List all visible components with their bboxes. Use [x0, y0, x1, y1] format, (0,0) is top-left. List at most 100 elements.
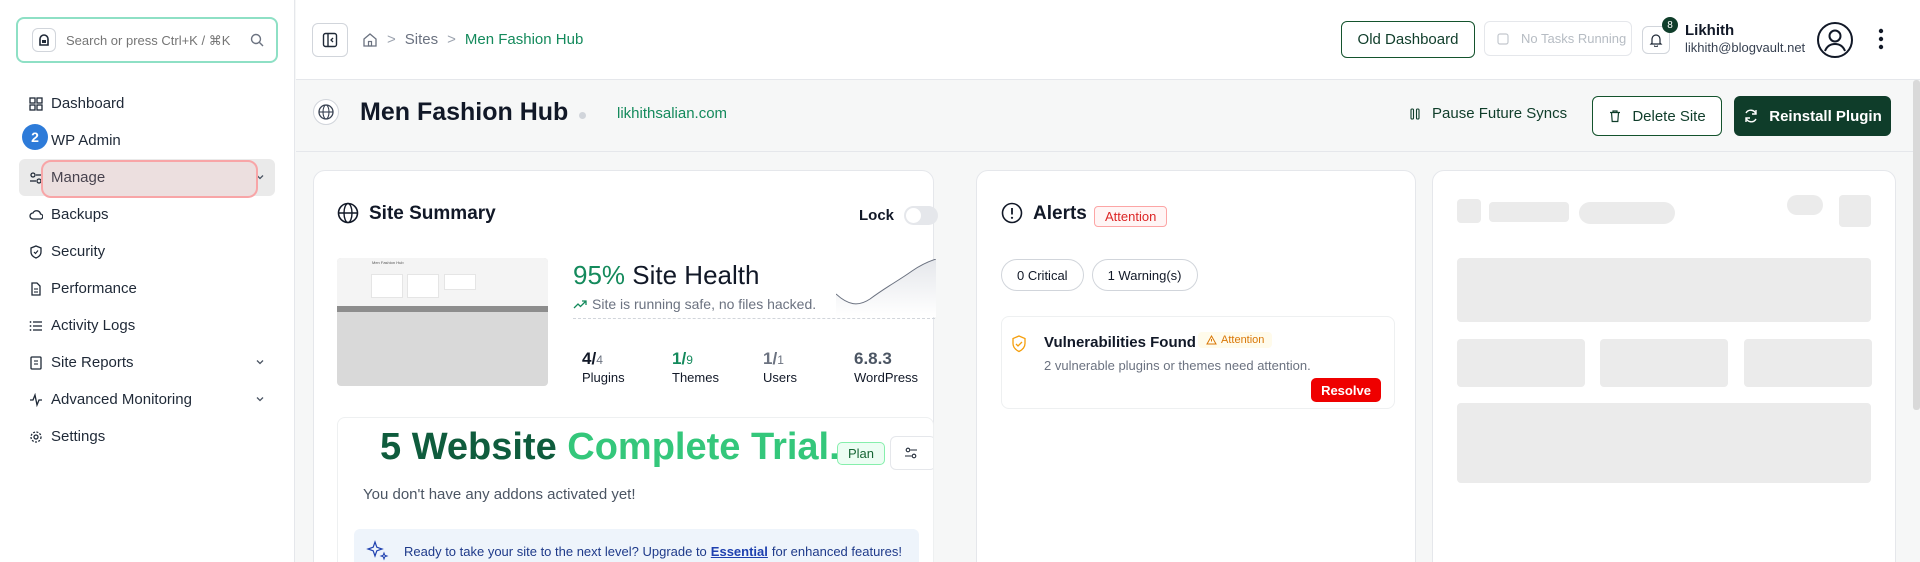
- search-icon[interactable]: [250, 33, 264, 47]
- delete-site-button[interactable]: Delete Site: [1592, 96, 1722, 136]
- breadcrumb-sites-link[interactable]: Sites: [405, 31, 438, 48]
- search-input[interactable]: [66, 32, 250, 48]
- sidebar-item-advanced-monitoring[interactable]: Advanced Monitoring: [19, 381, 275, 418]
- attention-badge: Attention: [1094, 206, 1168, 227]
- page-title: Men Fashion Hub: [360, 98, 569, 126]
- critical-filter-pill[interactable]: 0 Critical: [1001, 259, 1084, 291]
- notification-count-badge: 8: [1662, 17, 1678, 33]
- stat-value: 1/: [672, 349, 687, 368]
- vulnerability-badge: Attention: [1198, 332, 1273, 348]
- sliders-icon: [905, 447, 917, 459]
- sidebar-item-backups[interactable]: Backups: [19, 196, 275, 233]
- vulnerability-badge-label: Attention: [1221, 334, 1265, 346]
- sidebar-item-settings[interactable]: Settings: [19, 418, 275, 455]
- alerts-title: Alerts: [1033, 203, 1087, 224]
- user-email: likhith@blogvault.net: [1685, 40, 1806, 55]
- skeleton-block: [1600, 339, 1728, 387]
- resolve-button[interactable]: Resolve: [1311, 378, 1381, 402]
- plan-title-part: 5 Website: [380, 426, 557, 468]
- sidebar-item-performance[interactable]: Performance: [19, 270, 275, 307]
- sidebar-item-label: WP Admin: [51, 132, 121, 149]
- plan-title-part: Complete Trial.: [567, 426, 840, 468]
- file-icon: [31, 281, 41, 296]
- plan-settings-button[interactable]: [890, 436, 933, 470]
- skeleton-block: [1787, 195, 1823, 215]
- loading-card: [1432, 170, 1896, 562]
- site-summary-title: Site Summary: [369, 203, 496, 224]
- chevron-down-icon[interactable]: [255, 394, 265, 404]
- health-trend-sparkline: [836, 259, 936, 317]
- user-avatar-icon: [1817, 22, 1853, 58]
- reinstall-plugin-button[interactable]: Reinstall Plugin: [1734, 96, 1891, 136]
- avatar[interactable]: [1816, 21, 1854, 59]
- upgrade-essential-link[interactable]: Essential: [711, 544, 768, 559]
- skeleton-block: [1457, 339, 1585, 387]
- site-health: 95% Site Health: [573, 260, 759, 291]
- lock-switch[interactable]: [904, 206, 939, 225]
- site-thumbnail[interactable]: Men Fashion Hub: [337, 258, 548, 386]
- pause-syncs-label: Pause Future Syncs: [1432, 105, 1568, 122]
- sidebar-item-label: Performance: [51, 280, 137, 297]
- site-url-link[interactable]: likhithsalian.com: [617, 105, 727, 122]
- gear-icon: [30, 430, 42, 443]
- shield-check-icon: [1012, 335, 1026, 353]
- top-bar: > Sites > Men Fashion Hub Old Dashboard …: [296, 0, 1920, 80]
- site-summary-card: Site Summary Lock Men Fashion Hub 95% Si…: [313, 170, 939, 562]
- shield-icon: [30, 244, 42, 259]
- sidebar-item-label: Security: [51, 243, 106, 260]
- sidebar-toggle-button[interactable]: [312, 23, 348, 57]
- sidebar-item-label: Advanced Monitoring: [51, 391, 192, 408]
- skeleton-block: [1457, 258, 1871, 322]
- sidebar-item-activity-logs[interactable]: Activity Logs: [19, 307, 275, 344]
- panel-left-icon: [322, 32, 338, 48]
- search-box[interactable]: [16, 17, 278, 63]
- warning-icon: [1206, 335, 1217, 345]
- more-options-button[interactable]: [1878, 28, 1884, 50]
- breadcrumb-separator: >: [387, 31, 396, 48]
- stat-total: 1: [777, 353, 784, 367]
- stat-users[interactable]: 1/1 Users: [763, 349, 797, 385]
- chevron-down-icon[interactable]: [255, 357, 265, 367]
- sidebar-item-dashboard[interactable]: Dashboard: [19, 85, 275, 122]
- reinstall-plugin-label: Reinstall Plugin: [1769, 107, 1882, 125]
- delete-site-label: Delete Site: [1632, 107, 1706, 125]
- warning-filter-pill[interactable]: 1 Warning(s): [1091, 259, 1198, 291]
- sidebar-item-label: Backups: [51, 206, 109, 223]
- stat-plugins[interactable]: 4/4 Plugins: [582, 349, 625, 385]
- old-dashboard-button[interactable]: Old Dashboard: [1341, 21, 1475, 58]
- site-health-status-text: Site is running safe, no files hacked.: [592, 296, 817, 312]
- kebab-menu-icon: [1878, 28, 1884, 50]
- sparkle-icon: [366, 540, 389, 561]
- blogvault-logo-icon: [32, 28, 56, 52]
- lock-toggle[interactable]: Lock: [859, 206, 939, 225]
- cloud-icon: [29, 209, 43, 220]
- sidebar-item-security[interactable]: Security: [19, 233, 275, 270]
- alerts-card: Alerts Attention 0 Critical 1 Warning(s)…: [976, 170, 1416, 562]
- sidebar-item-site-reports[interactable]: Site Reports: [19, 344, 275, 381]
- refresh-icon: [1745, 109, 1757, 123]
- status-dot: [579, 112, 586, 119]
- skeleton-block: [1457, 199, 1481, 223]
- stat-total: 9: [686, 353, 693, 367]
- sidebar-item-label: Dashboard: [51, 95, 125, 112]
- bell-icon: [1649, 34, 1663, 47]
- step-badge: 2: [22, 124, 48, 150]
- vulnerability-description: 2 vulnerable plugins or themes need atte…: [1044, 358, 1311, 373]
- scrollbar[interactable]: [1913, 80, 1920, 410]
- vulnerability-title: Vulnerabilities Found: [1044, 334, 1196, 351]
- thumbnail-site-title: Men Fashion Hub: [372, 260, 404, 265]
- alert-filters: 0 Critical 1 Warning(s): [1001, 259, 1206, 291]
- user-name: Likhith: [1685, 22, 1735, 39]
- user-info[interactable]: Likhith likhith@blogvault.net: [1685, 22, 1805, 55]
- stat-label: WordPress: [854, 370, 919, 385]
- sidebar-item-wp-admin[interactable]: WP Admin: [19, 122, 275, 159]
- breadcrumb: > Sites > Men Fashion Hub: [362, 31, 583, 48]
- home-icon[interactable]: [362, 32, 378, 48]
- stat-themes[interactable]: 1/9 Themes: [672, 349, 719, 385]
- skeleton-block: [1489, 202, 1569, 222]
- trash-icon: [1610, 110, 1621, 123]
- stat-value: 6.8.3: [854, 349, 892, 368]
- globe-icon: [313, 99, 339, 125]
- pause-syncs-button[interactable]: Pause Future Syncs: [1408, 105, 1567, 122]
- site-health-label: Site Health: [632, 260, 760, 290]
